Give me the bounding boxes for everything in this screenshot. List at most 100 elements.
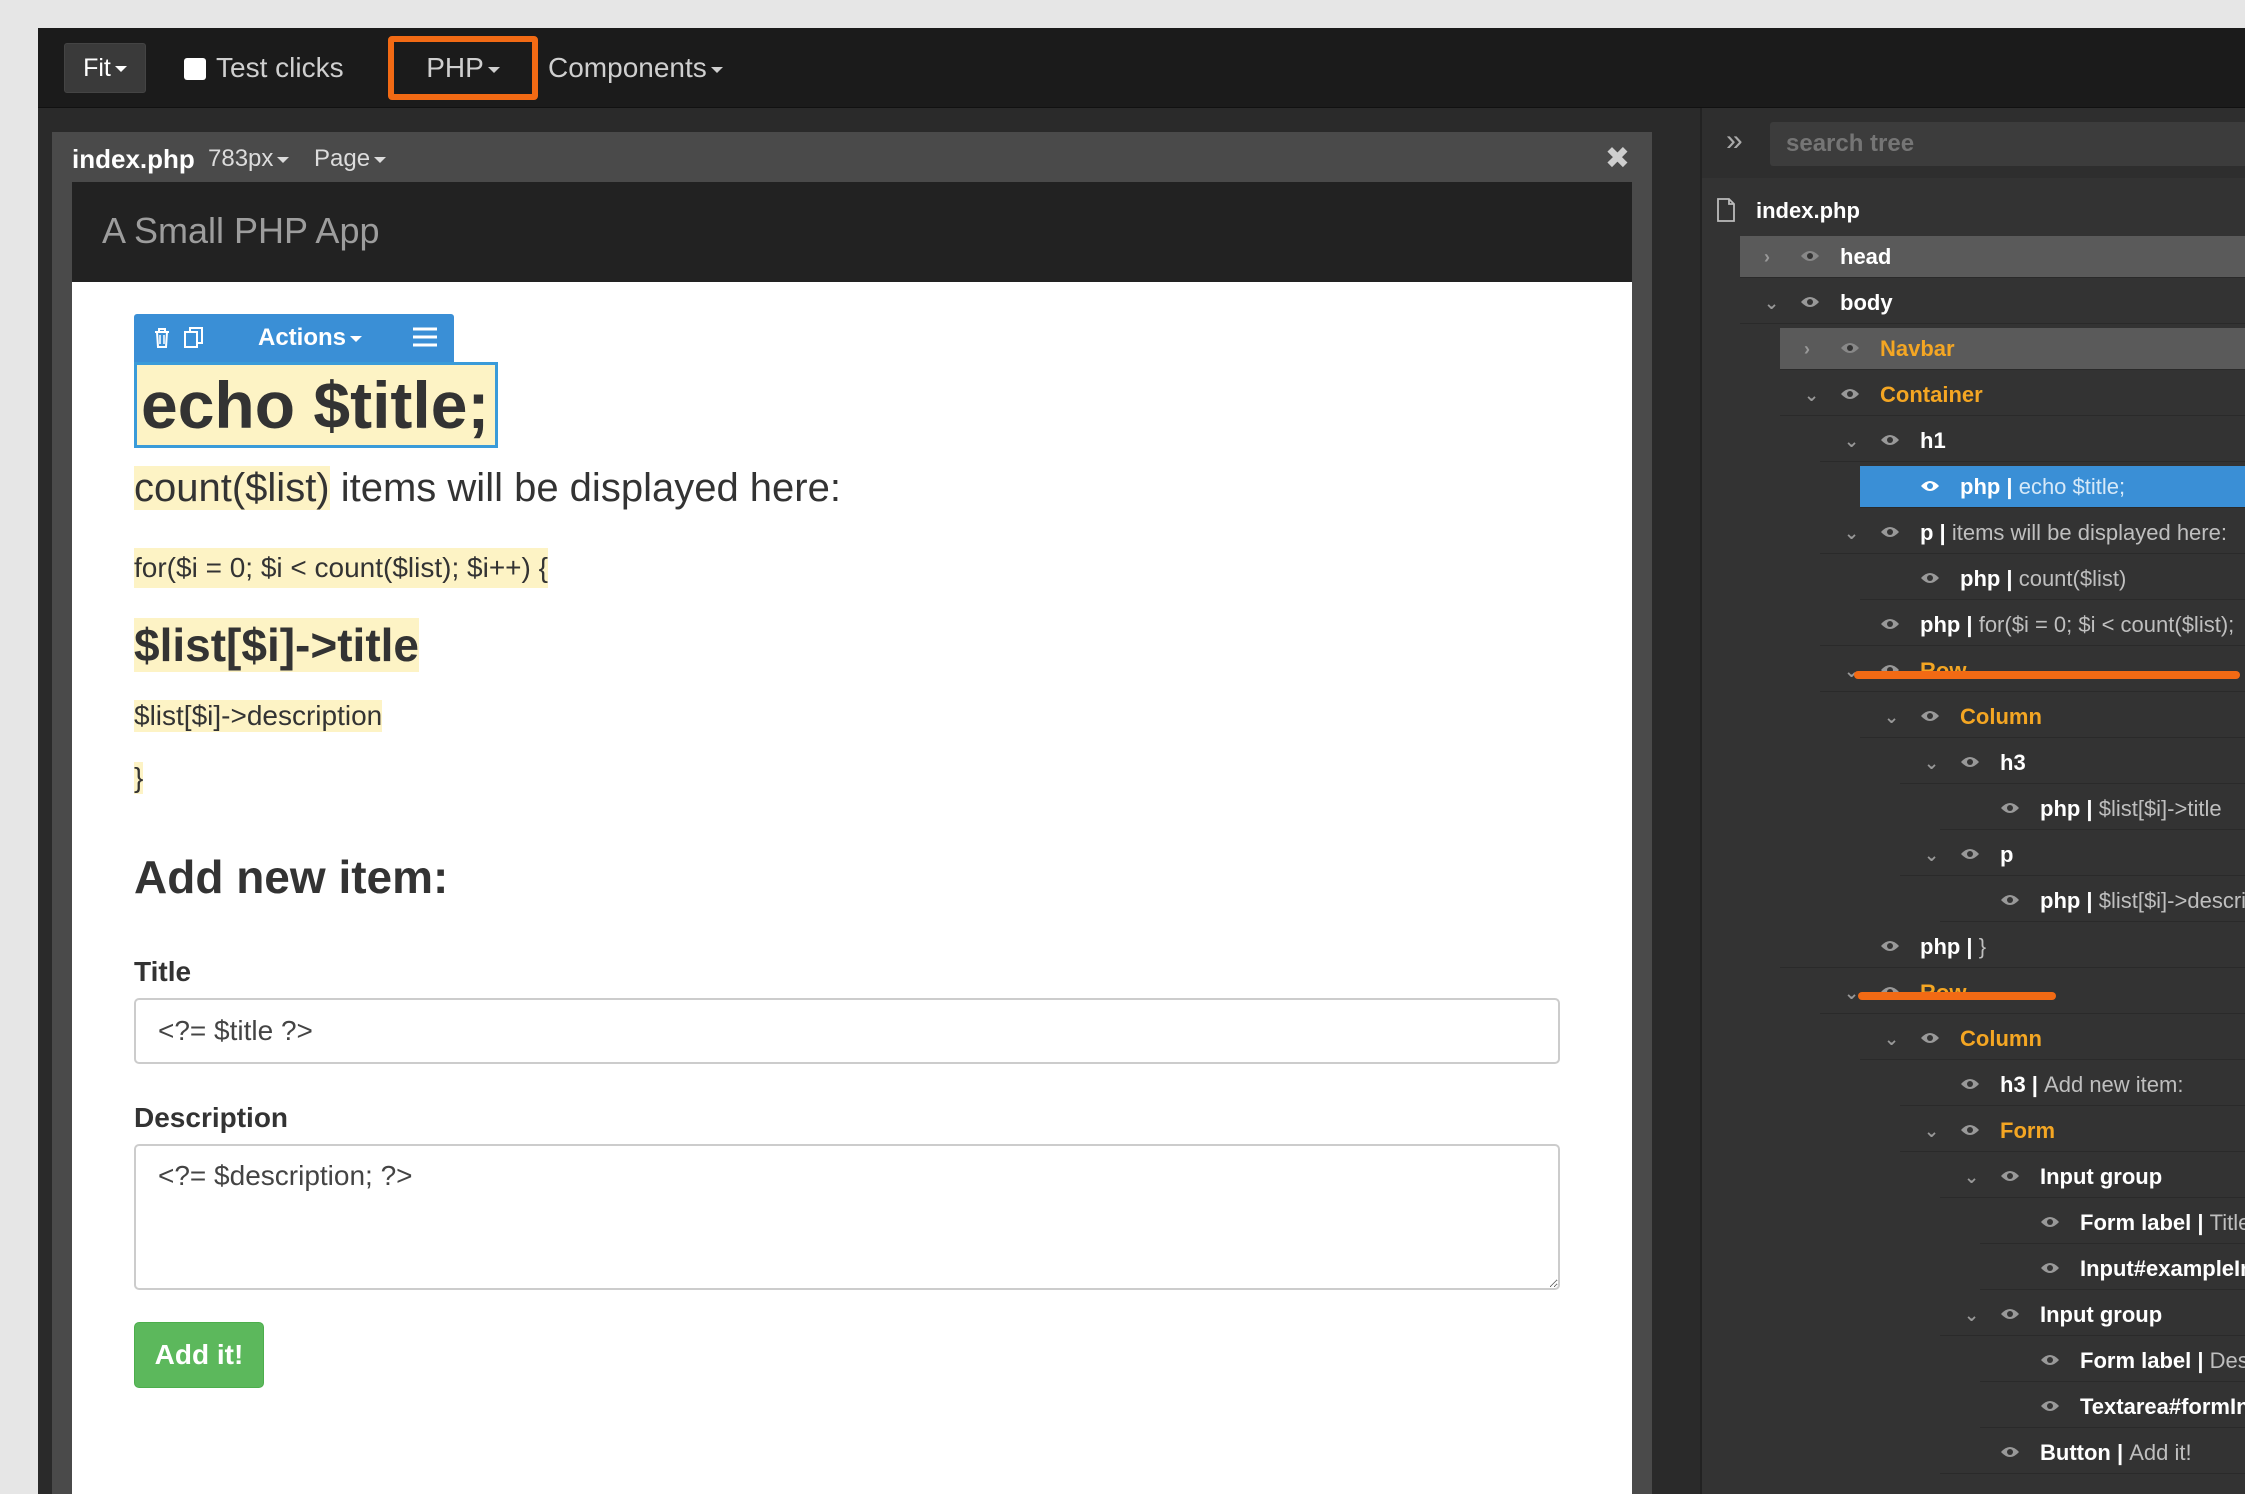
php-menu[interactable]: PHP — [388, 36, 538, 100]
items-paragraph[interactable]: count($list) items will be displayed her… — [134, 466, 841, 511]
eye-icon[interactable] — [1960, 755, 1980, 769]
eye-icon[interactable] — [1840, 387, 1860, 401]
tree-node[interactable]: ⌄ Input group — [1702, 1154, 2245, 1200]
php-item-description[interactable]: $list[$i]->description — [134, 700, 383, 732]
eye-icon[interactable] — [1920, 709, 1940, 723]
tree-node[interactable]: Button | Add it! — [1702, 1430, 2245, 1476]
chevron-down-icon[interactable]: ⌄ — [1924, 740, 1940, 786]
tree-node[interactable]: ⌄ Container — [1702, 372, 2245, 418]
search-tree-input[interactable] — [1770, 122, 2245, 166]
checkbox[interactable] — [184, 58, 206, 80]
eye-icon[interactable] — [1920, 1031, 1940, 1045]
tree-root-file[interactable]: index.php — [1702, 188, 2245, 234]
chevron-down-icon[interactable]: ⌄ — [1804, 372, 1820, 418]
copy-icon[interactable] — [180, 324, 208, 352]
eye-icon[interactable] — [2040, 1261, 2060, 1275]
width-label: 783px — [208, 145, 274, 172]
chevron-down-icon[interactable]: ⌄ — [1964, 1154, 1980, 1200]
eye-icon[interactable] — [1880, 433, 1900, 447]
component-tree: index.php › head ⌄ body › Navbar ⌄ Container… — [1702, 188, 2245, 1476]
expand-panel-icon[interactable]: » — [1726, 124, 1743, 158]
tree-node[interactable]: h3 | Add new item: — [1702, 1062, 2245, 1108]
eye-icon[interactable] — [1920, 571, 1940, 585]
eye-icon[interactable] — [1880, 939, 1900, 953]
php-for-loop[interactable]: for($i = 0; $i < count($list); $i++) { — [134, 548, 548, 588]
eye-icon[interactable] — [2040, 1215, 2060, 1229]
chevron-down-icon[interactable]: ⌄ — [1844, 418, 1860, 464]
eye-icon[interactable] — [1880, 617, 1900, 631]
chevron-down-icon[interactable]: ⌄ — [1924, 832, 1940, 878]
chevron-right-icon[interactable]: › — [1804, 326, 1820, 372]
eye-icon[interactable] — [1880, 525, 1900, 539]
tree-node[interactable]: › head — [1702, 234, 2245, 280]
php-count-snippet[interactable]: count($list) — [134, 466, 330, 510]
menu-icon[interactable] — [412, 326, 438, 348]
tree-node-label: Form label | Title — [2080, 1210, 2245, 1235]
components-menu[interactable]: Components — [548, 48, 723, 88]
tree-node-label: php | $list[$i]->title — [2040, 796, 2222, 821]
eye-icon[interactable] — [1960, 1123, 1980, 1137]
tree-node-label: Button | Add it! — [2040, 1440, 2192, 1465]
chevron-down-icon[interactable]: ⌄ — [1924, 1108, 1940, 1154]
chevron-right-icon[interactable]: › — [1764, 234, 1780, 280]
tree-node[interactable]: ⌄ p | items will be displayed here: — [1702, 510, 2245, 556]
eye-icon[interactable] — [2000, 893, 2020, 907]
eye-icon[interactable] — [1960, 1077, 1980, 1091]
tree-node[interactable]: Form label | Desc — [1702, 1338, 2245, 1384]
eye-icon[interactable] — [1920, 479, 1940, 493]
navbar[interactable]: A Small PHP App — [72, 182, 1632, 282]
close-icon[interactable]: ✖ — [1605, 132, 1630, 186]
php-closing-brace[interactable]: } — [134, 762, 144, 794]
tree-node[interactable]: Form label | Title — [1702, 1200, 2245, 1246]
test-clicks-toggle[interactable]: Test clicks — [184, 48, 344, 88]
eye-icon[interactable] — [2040, 1353, 2060, 1367]
chevron-down-icon[interactable]: ⌄ — [1844, 510, 1860, 556]
tree-node[interactable]: ⌄ p — [1702, 832, 2245, 878]
php-item-title[interactable]: $list[$i]->title — [134, 618, 420, 672]
title-input[interactable] — [134, 998, 1560, 1064]
paragraph-text: items will be displayed here: — [329, 466, 841, 510]
tree-node[interactable]: Input#exampleIn — [1702, 1246, 2245, 1292]
width-dropdown[interactable]: 783px — [208, 132, 290, 186]
chevron-down-icon[interactable]: ⌄ — [1884, 1016, 1900, 1062]
top-toolbar: Fit Test clicks PHP Components — [38, 28, 2245, 108]
tree-node[interactable]: php | count($list) — [1702, 556, 2245, 602]
page-dropdown[interactable]: Page — [314, 132, 387, 186]
trash-icon[interactable] — [148, 324, 176, 352]
eye-icon[interactable] — [1800, 249, 1820, 263]
eye-icon[interactable] — [1960, 847, 1980, 861]
tree-node[interactable]: ⌄ h3 — [1702, 740, 2245, 786]
builder-app: Fit Test clicks PHP Components index.php… — [38, 28, 2245, 1494]
eye-icon[interactable] — [2000, 1307, 2020, 1321]
tree-node[interactable]: php | for($i = 0; $i < count($list); — [1702, 602, 2245, 648]
eye-icon[interactable] — [2000, 1445, 2020, 1459]
selected-h1[interactable]: echo $title; — [134, 362, 498, 448]
tree-node[interactable]: ⌄ body — [1702, 280, 2245, 326]
chevron-down-icon[interactable]: ⌄ — [1964, 1292, 1980, 1338]
eye-icon[interactable] — [1840, 341, 1860, 355]
tree-node[interactable]: › Navbar — [1702, 326, 2245, 372]
eye-icon[interactable] — [2000, 801, 2020, 815]
eye-icon[interactable] — [2040, 1399, 2060, 1413]
tree-node[interactable]: Textarea#formInp — [1702, 1384, 2245, 1430]
fit-dropdown[interactable]: Fit — [64, 43, 146, 93]
chevron-down-icon[interactable]: ⌄ — [1764, 280, 1780, 326]
tree-node[interactable]: ⌄ Column — [1702, 1016, 2245, 1062]
tree-node[interactable]: ⌄ Form — [1702, 1108, 2245, 1154]
tree-node[interactable]: ⌄ Column — [1702, 694, 2245, 740]
eye-icon[interactable] — [1800, 295, 1820, 309]
add-item-heading[interactable]: Add new item: — [134, 850, 448, 904]
tree-node[interactable]: php | } — [1702, 924, 2245, 970]
fit-label: Fit — [83, 54, 111, 82]
tree-node[interactable]: ⌄ Input group — [1702, 1292, 2245, 1338]
chevron-down-icon[interactable]: ⌄ — [1884, 694, 1900, 740]
tree-node[interactable]: php | $list[$i]->title — [1702, 786, 2245, 832]
description-textarea[interactable]: <?= $description; ?> — [134, 1144, 1560, 1290]
test-clicks-label: Test clicks — [216, 52, 344, 83]
add-it-button[interactable]: Add it! — [134, 1322, 264, 1388]
eye-icon[interactable] — [2000, 1169, 2020, 1183]
tree-node[interactable]: ⌄ h1 — [1702, 418, 2245, 464]
actions-dropdown[interactable]: Actions — [258, 314, 363, 362]
tree-node-selected[interactable]: php | echo $title; — [1702, 464, 2245, 510]
tree-node[interactable]: php | $list[$i]->descri — [1702, 878, 2245, 924]
